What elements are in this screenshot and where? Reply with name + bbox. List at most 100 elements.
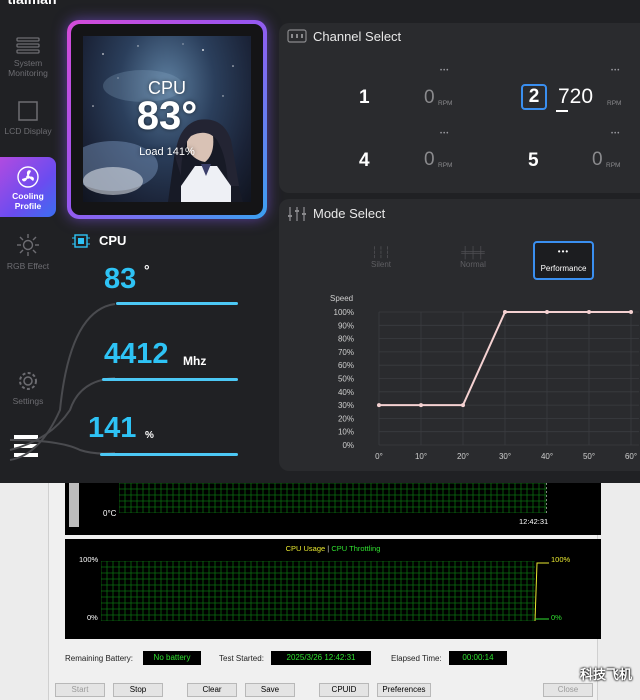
cooling-app-window: tlalman System Monitoring LCD Display Co…	[0, 0, 640, 483]
channel-4-rpm: 0	[424, 149, 435, 170]
mode-performance-button[interactable]: ••• Performance	[533, 241, 594, 280]
fan-curve-point[interactable]	[503, 310, 507, 314]
sidebar-item-lcd-display[interactable]: LCD Display	[0, 100, 56, 136]
equalizer-icon	[288, 207, 306, 221]
preview-load: Load 141%	[139, 146, 195, 158]
cpu-freq-unit: Mhz	[183, 354, 207, 368]
sidebar-item-rgb-effect[interactable]: RGB Effect	[0, 233, 56, 271]
chart-y-tick: 70%	[338, 348, 354, 357]
fan-curve-chart[interactable]: Speed 0%10%20%30%40%50%60%70%80%90%100% …	[279, 285, 640, 470]
chart-x-tick: 50°	[583, 452, 595, 461]
cpu-chip-icon	[72, 234, 90, 248]
channel-4-rpm-unit: RPM	[438, 162, 453, 169]
silent-icon: ┆┆┆	[371, 247, 391, 259]
temperature-scrollbar[interactable]	[69, 483, 79, 527]
sidebar-label-lcd-display: LCD Display	[4, 126, 52, 136]
chart-y-tick: 80%	[338, 335, 354, 344]
fan-curve-point[interactable]	[587, 310, 591, 314]
usage-legend: CPU Usage | CPU Throttling	[65, 544, 601, 553]
clear-button[interactable]: Clear	[187, 683, 237, 697]
temperature-graph: 0°C 12:42:31	[65, 483, 601, 535]
fan-curve-point[interactable]	[377, 403, 381, 408]
stop-button[interactable]: Stop	[113, 683, 163, 697]
temperature-axis-min: 0°C	[103, 509, 117, 518]
usage-right-min: 0%	[551, 613, 562, 622]
channel-icon	[287, 29, 307, 43]
preferences-button[interactable]: Preferences	[377, 683, 431, 697]
battery-label: Remaining Battery:	[65, 654, 134, 663]
channel-5-fan-icon: •••	[611, 131, 621, 137]
channel-5-rpm-unit: RPM	[606, 162, 621, 169]
chart-y-tick: 90%	[338, 321, 354, 330]
chart-x-tick: 60°	[625, 452, 637, 461]
test-started-value: 2025/3/26 12:42:31	[271, 651, 371, 665]
stress-monitor-window: 0°C 12:42:31 CPU Usage | CPU Throttling …	[48, 483, 601, 700]
cpu-usage-graph: CPU Usage | CPU Throttling 100% 0% 100% …	[65, 539, 601, 639]
usage-left-min: 0%	[87, 613, 98, 622]
sun-icon	[17, 234, 39, 256]
channel-5-rpm: 0	[592, 149, 603, 170]
usage-grid	[101, 561, 549, 621]
channel-select-title: Channel Select	[313, 29, 402, 44]
mode-select-title: Mode Select	[313, 206, 386, 221]
channel-5-number: 5	[528, 150, 539, 171]
fan-curve-point[interactable]	[461, 403, 465, 408]
sidebar-label-system-monitoring: System Monitoring	[8, 58, 48, 78]
chart-y-tick: 60%	[338, 361, 354, 370]
start-button[interactable]: Start	[55, 683, 105, 697]
cpu-freq-bar	[102, 378, 238, 381]
mode-silent-button[interactable]: ┆┆┆ Silent	[358, 246, 404, 278]
watermark: 科技飞机	[579, 667, 632, 682]
sidebar-label-rgb-effect: RGB Effect	[6, 261, 50, 271]
app-brand: tlalman	[0, 0, 64, 9]
chart-x-tick: 40°	[541, 452, 553, 461]
channel-1-rpm: 0	[424, 87, 435, 108]
chart-x-tick: 20°	[457, 452, 469, 461]
chart-x-tick: 10°	[415, 452, 427, 461]
mode-performance-label: Performance	[540, 264, 587, 273]
mode-normal-button[interactable]: ╪╪╪ Normal	[450, 246, 496, 278]
sidebar-item-cooling-profile[interactable]: Cooling Profile	[0, 157, 56, 217]
chart-x-tick: 30°	[499, 452, 511, 461]
fan-icon	[17, 166, 39, 188]
battery-value: No battery	[143, 651, 201, 665]
cpuid-button[interactable]: CPUID	[319, 683, 369, 697]
chart-y-tick: 30%	[338, 401, 354, 410]
sidebar-label-cooling-profile: Cooling Profile	[12, 191, 44, 211]
preview-temp: 83°	[136, 94, 198, 138]
channel-1-fan-icon: •••	[440, 68, 450, 74]
square-icon	[18, 101, 38, 121]
legend-cpu-usage: CPU Usage	[285, 544, 326, 553]
cpu-temp-bar	[116, 302, 238, 305]
channel-1-number: 1	[359, 87, 370, 108]
chart-y-tick: 40%	[338, 388, 354, 397]
chart-y-tick: 20%	[338, 414, 354, 423]
cpu-load-bar	[100, 453, 238, 456]
sidebar-item-system-monitoring[interactable]: System Monitoring	[0, 36, 56, 78]
usage-right-max: 100%	[551, 555, 571, 564]
channel-2-fan-icon: •••	[611, 68, 621, 74]
fan-curve-point[interactable]	[629, 310, 633, 314]
close-button[interactable]: Close	[543, 683, 593, 697]
chart-y-tick: 100%	[334, 308, 354, 317]
temperature-grid	[119, 483, 547, 513]
save-button[interactable]: Save	[245, 683, 295, 697]
cpu-temp-value: 83	[104, 263, 137, 295]
chart-y-tick: 0%	[342, 441, 354, 450]
channel-2-cursor	[556, 110, 568, 112]
channel-4-number: 4	[359, 150, 370, 171]
chart-y-axis-label: Speed	[330, 294, 353, 303]
cpu-load-unit: %	[145, 430, 154, 441]
channel-1-rpm-unit: RPM	[438, 100, 453, 107]
fan-curve-point[interactable]	[545, 310, 549, 314]
channel-4-fan-icon: •••	[440, 131, 450, 137]
chart-y-tick: 10%	[338, 428, 354, 437]
legend-separator: |	[327, 544, 330, 553]
temperature-time: 12:42:31	[519, 517, 549, 526]
fan-curve-point[interactable]	[419, 403, 423, 408]
cpu-temp-unit: °	[144, 262, 150, 278]
lcd-preview-image: CPU 83° Load 141%	[83, 36, 251, 202]
lcd-preview-frame: CPU 83° Load 141%	[67, 20, 267, 219]
usage-left-max: 100%	[79, 555, 99, 564]
mode-silent-label: Silent	[370, 260, 391, 269]
